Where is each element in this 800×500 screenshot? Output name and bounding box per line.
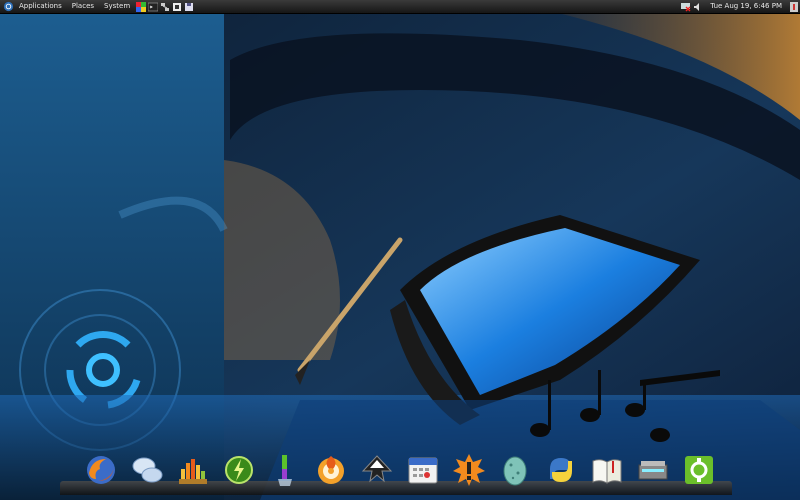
archive-launcher-icon[interactable] — [172, 2, 182, 12]
firefox-icon[interactable] — [84, 453, 118, 487]
settings-icon[interactable] — [682, 453, 716, 487]
network-launcher-icon[interactable] — [160, 2, 170, 12]
color-launcher-icon[interactable] — [136, 1, 147, 12]
network-status-icon[interactable] — [681, 2, 691, 12]
calendar-icon[interactable] — [406, 453, 440, 487]
power-icon[interactable] — [222, 453, 256, 487]
save-launcher-icon[interactable] — [184, 2, 194, 12]
volume-icon[interactable] — [693, 2, 703, 12]
terminal-launcher-icon[interactable] — [148, 2, 159, 12]
applications-menu[interactable]: Applications — [14, 0, 67, 13]
python-icon[interactable] — [544, 453, 578, 487]
update-notifier-icon[interactable] — [452, 453, 486, 487]
launcher-dock — [60, 453, 732, 495]
book-icon[interactable] — [590, 453, 624, 487]
ubuntu-logo-icon[interactable] — [3, 1, 14, 12]
system-menu[interactable]: System — [99, 0, 135, 13]
places-menu[interactable]: Places — [67, 0, 99, 13]
egg-icon[interactable] — [498, 453, 532, 487]
shutdown-icon[interactable] — [789, 1, 799, 12]
brasero-icon[interactable] — [314, 453, 348, 487]
system-monitor-icon[interactable] — [176, 453, 210, 487]
scanner-icon[interactable] — [636, 453, 670, 487]
top-panel: Applications Places System Tue Aug 19, 6… — [0, 0, 800, 14]
pencil-icon[interactable] — [268, 453, 302, 487]
desktop-wallpaper — [0, 0, 800, 500]
pidgin-icon[interactable] — [130, 453, 164, 487]
clock[interactable]: Tue Aug 19, 6:46 PM — [704, 0, 788, 13]
inkscape-icon[interactable] — [360, 453, 394, 487]
